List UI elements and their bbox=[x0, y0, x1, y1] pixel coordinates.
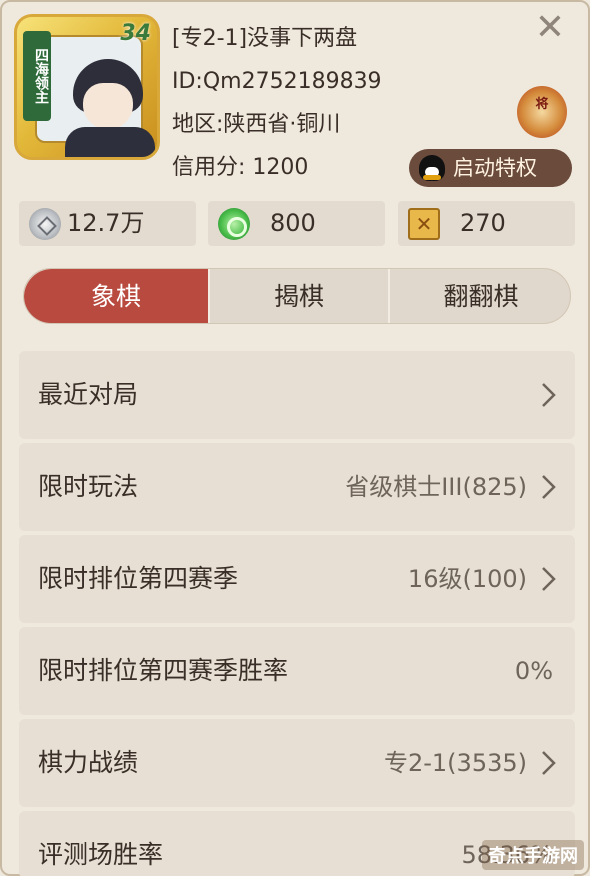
player-id: ID:Qm2752189839 bbox=[172, 69, 382, 94]
stat-row-ranked-season[interactable]: 限时排位第四赛季 16级(100) bbox=[19, 535, 575, 623]
privilege-label: 启动特权 bbox=[453, 156, 537, 180]
player-info: [专2-1]没事下两盘 ID:Qm2752189839 地区:陕西省·铜川 信用… bbox=[172, 22, 382, 194]
player-nickname: [专2-1]没事下两盘 bbox=[172, 26, 358, 51]
stat-row-limited-mode[interactable]: 限时玩法 省级棋士III(825) bbox=[19, 443, 575, 531]
avatar-face bbox=[83, 83, 133, 129]
stat-label: 限时玩法 bbox=[38, 472, 139, 501]
tab-xiangqi[interactable]: 象棋 bbox=[24, 269, 208, 323]
chevron-right-icon bbox=[542, 751, 556, 775]
tab-fanfanqi[interactable]: 翻翻棋 bbox=[388, 269, 570, 323]
avatar-cloak bbox=[65, 127, 155, 157]
stat-row-recent-games[interactable]: 最近对局 bbox=[19, 351, 575, 439]
profile-panel: 四海领主 34 [专2-1]没事下两盘 ID:Qm2752189839 地区:陕… bbox=[0, 0, 590, 876]
silver-currency: 12.7万 bbox=[19, 201, 196, 246]
stat-value: 16级(100) bbox=[407, 565, 527, 593]
player-region: 地区:陕西省·铜川 bbox=[172, 112, 341, 137]
silver-amount: 12.7万 bbox=[67, 209, 145, 237]
site-watermark: 奇点手游网 bbox=[482, 840, 584, 870]
start-privilege-button[interactable]: 启动特权 bbox=[409, 149, 572, 187]
stat-label: 限时排位第四赛季胜率 bbox=[38, 656, 289, 685]
stat-value: 省级棋士III(825) bbox=[345, 473, 527, 501]
player-credit: 信用分: 1200 bbox=[172, 155, 309, 180]
ticket-currency: 270 bbox=[398, 201, 575, 246]
avatar-title-badge: 四海领主 bbox=[23, 31, 51, 121]
chevron-right-icon bbox=[542, 475, 556, 499]
ticket-amount: 270 bbox=[460, 209, 506, 237]
tab-jieqi[interactable]: 揭棋 bbox=[208, 269, 388, 323]
chevron-right-icon bbox=[542, 567, 556, 591]
stat-row-rating-record[interactable]: 棋力战绩 专2-1(3535) bbox=[19, 719, 575, 807]
jade-amount: 800 bbox=[270, 209, 316, 237]
stat-value: 专2-1(3535) bbox=[383, 749, 527, 777]
game-mode-tabs: 象棋 揭棋 翻翻棋 bbox=[23, 268, 571, 324]
stat-label: 评测场胜率 bbox=[38, 840, 164, 869]
avatar-level: 34 bbox=[120, 21, 151, 46]
stat-label: 最近对局 bbox=[38, 380, 139, 409]
rank-seal-icon: 将 bbox=[517, 86, 567, 138]
avatar-portrait bbox=[35, 35, 155, 157]
player-avatar[interactable]: 四海领主 34 bbox=[14, 14, 160, 160]
close-icon[interactable]: ✕ bbox=[530, 8, 570, 48]
ticket-icon bbox=[408, 208, 440, 240]
stat-label: 限时排位第四赛季 bbox=[38, 564, 239, 593]
jade-icon bbox=[218, 208, 250, 240]
chevron-right-icon bbox=[542, 383, 556, 407]
jade-currency: 800 bbox=[208, 201, 385, 246]
silver-coin-icon bbox=[29, 208, 61, 240]
stat-label: 棋力战绩 bbox=[38, 748, 139, 777]
stat-row-ranked-season-winrate: 限时排位第四赛季胜率 0% bbox=[19, 627, 575, 715]
qq-penguin-icon bbox=[419, 155, 445, 181]
stat-value: 0% bbox=[514, 657, 553, 685]
